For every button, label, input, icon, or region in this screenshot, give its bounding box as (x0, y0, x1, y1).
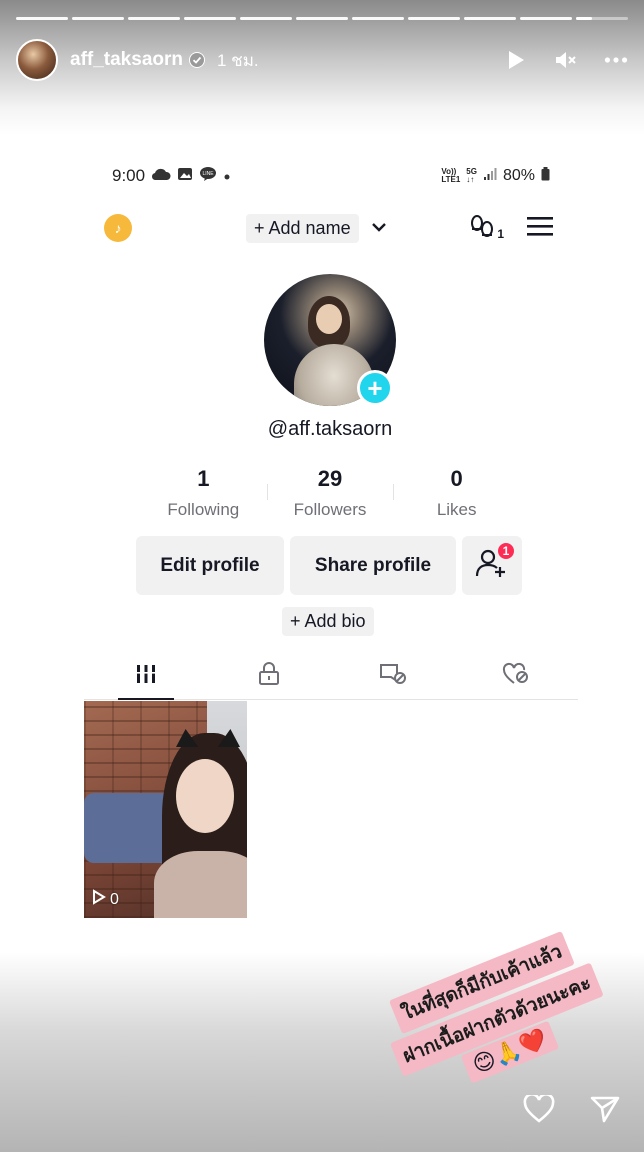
tab-videos[interactable] (84, 654, 208, 700)
speaker-muted-icon[interactable] (554, 48, 578, 72)
tab-liked[interactable] (455, 654, 579, 699)
send-icon[interactable] (588, 1092, 622, 1126)
progress-segment-current (576, 17, 628, 20)
profile-tabs (84, 654, 578, 700)
story-header: aff_taksaorn 1 ชม. (16, 38, 628, 82)
story-footer (522, 1092, 622, 1126)
svg-text:LINE: LINE (203, 171, 215, 177)
progress-segment (464, 17, 516, 20)
friend-request-badge: 1 (496, 541, 516, 561)
footprint-icon[interactable]: 1 (469, 215, 504, 241)
more-dots-icon[interactable] (604, 48, 628, 72)
stat-following[interactable]: 1 Following (140, 466, 267, 520)
stat-likes[interactable]: 0 Likes (393, 466, 520, 520)
profile-top-bar: ♪ + Add name 1 (104, 208, 554, 248)
stat-followers[interactable]: 29 Followers (266, 466, 394, 520)
video-view-count: 0 (110, 890, 119, 908)
progress-segment (520, 17, 572, 20)
avatar-face (316, 304, 342, 334)
profile-handle: @aff.taksaorn (267, 418, 393, 440)
volte-indicator: Vo)) LTE1 (441, 167, 461, 184)
repost-hidden-icon (379, 662, 407, 691)
signal-icon (483, 167, 497, 186)
story-controls (504, 48, 628, 72)
progress-segment (184, 17, 236, 20)
chevron-down-icon[interactable] (371, 219, 387, 237)
story-avatar[interactable] (16, 39, 58, 81)
line-app-icon: LINE (199, 166, 217, 187)
video-person-face (176, 759, 234, 833)
profile-actions: Edit profile Share profile 1 (136, 536, 522, 595)
progress-segment (16, 17, 68, 20)
play-icon[interactable] (504, 48, 528, 72)
story-progress-bar (16, 17, 628, 20)
tab-reposts[interactable] (331, 654, 455, 699)
tab-private[interactable] (208, 654, 332, 699)
cloud-icon (151, 166, 171, 186)
heart-hidden-icon (502, 662, 530, 691)
stat-value: 0 (450, 466, 463, 491)
lock-icon (258, 662, 280, 691)
add-name-button[interactable]: + Add name (246, 213, 359, 243)
notification-dot-icon (223, 166, 231, 186)
heart-icon[interactable] (522, 1092, 556, 1126)
grid-icon (135, 663, 157, 690)
edit-profile-button[interactable]: Edit profile (136, 536, 284, 595)
video-thumbnail[interactable]: 0 (84, 701, 247, 918)
add-bio-button[interactable]: + Add bio (282, 607, 374, 636)
progress-segment (296, 17, 348, 20)
progress-segment (408, 17, 460, 20)
progress-segment (128, 17, 180, 20)
menu-hamburger-icon[interactable] (526, 215, 554, 242)
footprint-count: 1 (497, 227, 504, 241)
share-profile-button[interactable]: Share profile (290, 536, 456, 595)
story-username[interactable]: aff_taksaorn (70, 49, 183, 71)
phone-status-bar: 9:00 LINE Vo)) LTE1 5G ↓↑ 80% (112, 162, 550, 190)
video-views: 0 (92, 889, 119, 910)
progress-segment (72, 17, 124, 20)
verified-badge-icon (189, 52, 205, 68)
battery-percent: 80% (502, 167, 535, 184)
stat-value: 1 (197, 466, 210, 491)
5g-indicator: 5G ↓↑ (466, 167, 477, 184)
gallery-icon (177, 166, 193, 186)
stat-value: 29 (317, 466, 343, 491)
status-time: 9:00 (112, 166, 146, 185)
video-person-body (154, 851, 247, 918)
story-time: 1 ชม. (217, 50, 259, 70)
coin-icon[interactable]: ♪ (104, 214, 132, 242)
battery-icon (541, 166, 550, 186)
profile-stats: 1 Following 29 Followers 0 Likes (140, 466, 520, 520)
stat-label: Following (167, 500, 240, 519)
stat-label: Followers (293, 500, 367, 519)
stat-label: Likes (436, 500, 477, 519)
add-friends-button[interactable]: 1 (462, 536, 522, 595)
progress-segment (240, 17, 292, 20)
add-avatar-plus-icon[interactable]: + (357, 370, 393, 406)
progress-segment (352, 17, 404, 20)
play-outline-icon (92, 889, 106, 910)
